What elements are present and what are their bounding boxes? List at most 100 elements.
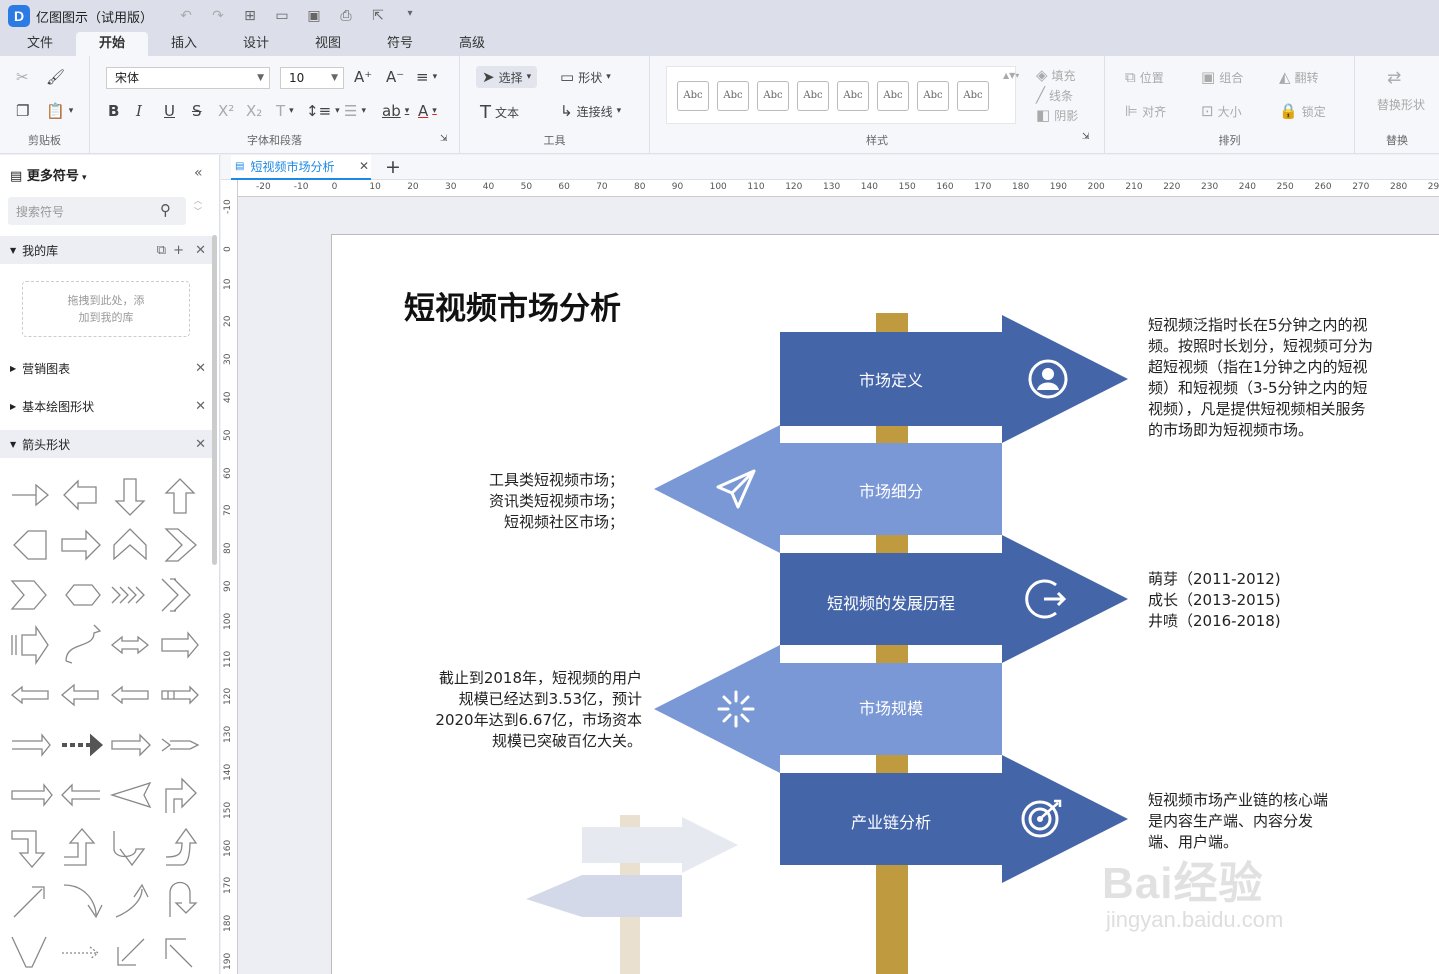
- left-arrow-thin-shape[interactable]: [10, 685, 49, 705]
- paste-icon[interactable]: 📋 ▾: [46, 102, 73, 120]
- style-sample-8[interactable]: Abc: [957, 81, 989, 111]
- redo-icon[interactable]: ↷: [207, 8, 229, 24]
- search-scroll-icon[interactable]: ︿ ﹀: [194, 195, 202, 217]
- position-button[interactable]: ⧉ 位置: [1125, 68, 1164, 86]
- style-sample-7[interactable]: Abc: [917, 81, 949, 111]
- chevron-shape[interactable]: [10, 580, 47, 610]
- undo-icon[interactable]: ↶: [175, 8, 197, 24]
- menu-file[interactable]: 文件: [4, 32, 76, 56]
- cut-icon[interactable]: ✂: [16, 68, 29, 86]
- arrow-shapes-section[interactable]: ▼ 箭头形状 ✕: [0, 430, 212, 458]
- format-painter-icon[interactable]: 🖌: [46, 68, 65, 86]
- lock-button[interactable]: 🔒 锁定: [1279, 102, 1326, 120]
- line-button[interactable]: ╱ 线条: [1036, 86, 1073, 104]
- drawing-canvas[interactable]: 短视频市场分析 市场定义 市场细分 短视频的发展历程 市场规模 产业链分析 短视…: [238, 197, 1439, 974]
- save-icon[interactable]: ▣: [303, 8, 325, 24]
- select-tool-button[interactable]: ➤ 选择 ▾: [476, 66, 538, 88]
- left-arrow-curved-shape[interactable]: [110, 685, 149, 705]
- close-icon[interactable]: ✕: [195, 437, 206, 452]
- collapse-panel-icon[interactable]: «: [194, 165, 203, 181]
- thin-left-arrow-shape[interactable]: [61, 783, 100, 807]
- double-arrow-shape[interactable]: [110, 635, 150, 655]
- fill-button[interactable]: ◈ 填充: [1036, 66, 1076, 84]
- tapered-arrow-shape[interactable]: [109, 781, 152, 809]
- style-sample-3[interactable]: Abc: [757, 81, 789, 111]
- split-arrow-shape[interactable]: [161, 738, 200, 752]
- style-sample-6[interactable]: Abc: [877, 81, 909, 111]
- close-tab-icon[interactable]: ✕: [359, 159, 369, 173]
- bend-up-arrow-shape[interactable]: [64, 828, 96, 866]
- group-button[interactable]: ▣ 组合: [1201, 68, 1243, 86]
- strikethrough-icon[interactable]: S: [192, 102, 202, 120]
- superscript-icon[interactable]: X²: [218, 102, 234, 120]
- block-arrow-right-shape[interactable]: [61, 529, 101, 561]
- striped-arrow-shape[interactable]: [11, 624, 49, 666]
- double-chevron-shape[interactable]: [161, 578, 191, 612]
- arrow-right-shape[interactable]: [12, 483, 50, 507]
- arrow-up-shape[interactable]: [164, 478, 196, 514]
- text-tool-button[interactable]: T 文本: [480, 102, 519, 123]
- line-spacing-icon[interactable]: ↕≡ ▾: [306, 102, 340, 120]
- style-sample-5[interactable]: Abc: [837, 81, 869, 111]
- up-left-arrow-shape[interactable]: [165, 938, 193, 968]
- align-button[interactable]: ⊫ 对齐: [1125, 102, 1166, 120]
- chevron-right-shape[interactable]: [164, 528, 197, 562]
- new-tab-icon[interactable]: +: [385, 156, 401, 178]
- document-tab[interactable]: ▤ 短视频市场分析: [231, 155, 371, 180]
- dotted-line-arrow-shape[interactable]: [62, 946, 100, 960]
- dashed-arrow-shape[interactable]: [62, 733, 104, 757]
- bend-down-arrow-shape[interactable]: [11, 830, 46, 868]
- open-folder-icon[interactable]: ▭: [271, 8, 293, 24]
- italic-icon[interactable]: I: [136, 102, 142, 120]
- double-line-arrow-shape[interactable]: [111, 733, 151, 757]
- menu-symbol[interactable]: 符号: [364, 32, 436, 56]
- dotted-arrow-shape[interactable]: [161, 685, 199, 705]
- size-button[interactable]: ⊡ 大小: [1201, 102, 1242, 120]
- dotted-chevron-shape[interactable]: [12, 733, 51, 757]
- menu-home[interactable]: 开始: [76, 32, 148, 56]
- close-icon[interactable]: ✕: [195, 361, 206, 376]
- style-sample-4[interactable]: Abc: [797, 81, 829, 111]
- multi-chevron-shape[interactable]: [111, 586, 145, 604]
- import-icon[interactable]: ⧉: [157, 243, 166, 258]
- diagonal-arrow-shape[interactable]: [13, 886, 45, 918]
- highlight-icon[interactable]: ab ▾: [382, 102, 409, 120]
- diagram-title[interactable]: 短视频市场分析: [404, 283, 621, 328]
- style-scroll-icon[interactable]: ▲▼▾: [1003, 71, 1019, 80]
- down-left-arrow-shape[interactable]: [117, 938, 145, 966]
- font-size-select[interactable]: 10 ▼: [280, 67, 344, 89]
- left-arrow-shape[interactable]: [60, 683, 99, 707]
- replace-shape-button[interactable]: 替换形状: [1377, 96, 1425, 113]
- drawing-page[interactable]: 短视频市场分析 市场定义 市场细分 短视频的发展历程 市场规模 产业链分析 短视…: [331, 234, 1439, 974]
- more-symbols-button[interactable]: ▤ 更多符号 ▾: [10, 165, 86, 184]
- chevron-up-shape[interactable]: [113, 528, 147, 561]
- connector-tool-button[interactable]: ↳ 连接线 ▾: [560, 102, 621, 120]
- style-sample-2[interactable]: Abc: [717, 81, 749, 111]
- definition-text[interactable]: 短视频泛指时长在5分钟之内的视 频。按照时长划分，短视频可分为 超短视频（指在1…: [1148, 315, 1398, 441]
- arrow-down-shape[interactable]: [114, 478, 146, 516]
- pentagon-left-shape[interactable]: [13, 530, 47, 560]
- notched-arrow-shape[interactable]: [161, 631, 199, 659]
- customize-dropdown-icon[interactable]: ▾: [399, 8, 421, 24]
- new-file-icon[interactable]: ⊞: [239, 8, 261, 24]
- flip-button[interactable]: ◭ 翻转: [1279, 68, 1319, 86]
- my-library-section[interactable]: ▼ 我的库 + ⧉ ✕: [0, 236, 212, 264]
- print-icon[interactable]: ⎙: [335, 8, 357, 24]
- menu-design[interactable]: 设计: [220, 32, 292, 56]
- font-color-icon[interactable]: A ▾: [418, 102, 437, 120]
- panel-scrollbar[interactable]: [212, 235, 217, 565]
- list-icon[interactable]: ☰ ▾: [344, 102, 366, 120]
- subscript-icon[interactable]: X₂: [246, 102, 262, 120]
- arrow-left-shape[interactable]: [63, 479, 97, 511]
- decrease-font-icon[interactable]: A⁻: [386, 68, 404, 86]
- basic-shapes-section[interactable]: ▶ 基本绘图形状 ✕: [0, 392, 212, 420]
- align-text-icon[interactable]: ≡ ▾: [416, 68, 437, 86]
- menu-advanced[interactable]: 高级: [436, 32, 508, 56]
- hexagon-shape[interactable]: [65, 584, 101, 606]
- shadow-button[interactable]: ◧ 阴影: [1036, 106, 1078, 124]
- search-icon[interactable]: ⚲: [160, 201, 171, 219]
- style-sample-1[interactable]: Abc: [677, 81, 709, 111]
- scale-text[interactable]: 截止到2018年，短视频的用户 规模已经达到3.53亿，预计 2020年达到6.…: [402, 668, 642, 752]
- corner-up-arrow-shape[interactable]: [165, 777, 197, 813]
- copy-icon[interactable]: ❐: [16, 102, 29, 120]
